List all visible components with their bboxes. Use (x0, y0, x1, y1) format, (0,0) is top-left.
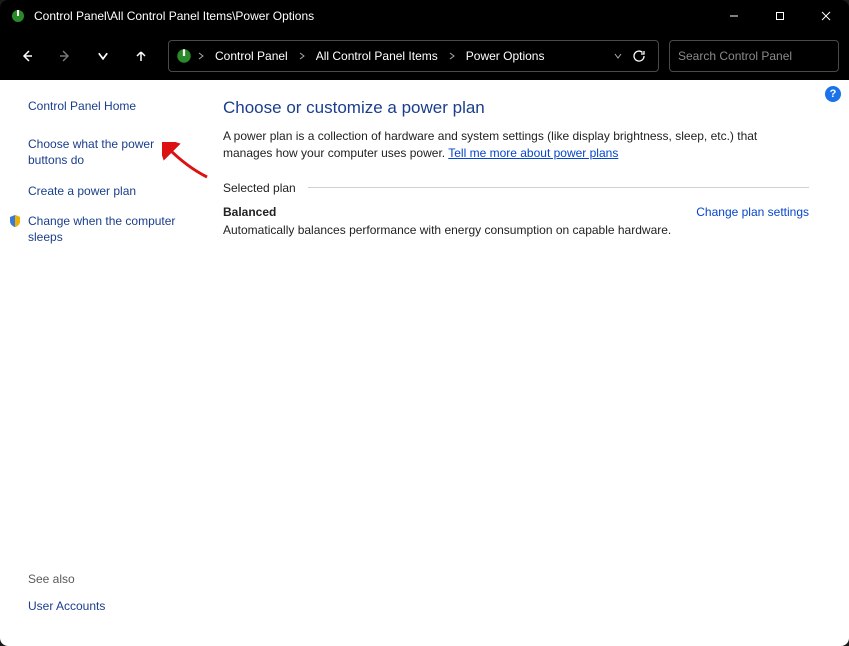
minimize-button[interactable] (711, 0, 757, 32)
sidebar-link-power-buttons[interactable]: Choose what the power buttons do (28, 136, 193, 168)
chevron-right-icon[interactable] (296, 52, 308, 60)
chevron-right-icon[interactable] (195, 52, 207, 60)
chevron-right-icon[interactable] (446, 52, 458, 60)
chevron-down-icon[interactable] (612, 52, 624, 60)
breadcrumb-control-panel[interactable]: Control Panel (209, 45, 294, 67)
change-plan-settings-link[interactable]: Change plan settings (696, 205, 809, 219)
window-title: Control Panel\All Control Panel Items\Po… (34, 9, 711, 23)
breadcrumb-power-options[interactable]: Power Options (460, 45, 551, 67)
main-panel: Choose or customize a power plan A power… (205, 80, 849, 646)
forward-button[interactable] (48, 39, 82, 73)
divider (308, 187, 809, 188)
page-description: A power plan is a collection of hardware… (223, 128, 809, 163)
sidebar-link-create-plan[interactable]: Create a power plan (28, 183, 193, 199)
sidebar-link-sleep-label: Change when the computer sleeps (28, 214, 175, 244)
tell-me-more-link[interactable]: Tell me more about power plans (448, 146, 618, 160)
close-button[interactable] (803, 0, 849, 32)
window-frame: Control Panel\All Control Panel Items\Po… (0, 0, 849, 646)
see-also-user-accounts[interactable]: User Accounts (28, 598, 193, 614)
window-controls (711, 0, 849, 32)
titlebar: Control Panel\All Control Panel Items\Po… (0, 0, 849, 32)
content-area: ? Control Panel Home Choose what the pow… (0, 80, 849, 646)
shield-icon (8, 214, 22, 228)
control-panel-home-link[interactable]: Control Panel Home (28, 98, 193, 114)
breadcrumb-all-items[interactable]: All Control Panel Items (310, 45, 444, 67)
plan-name: Balanced (223, 205, 276, 219)
section-header: Selected plan (223, 181, 809, 195)
help-button[interactable]: ? (825, 86, 841, 102)
up-button[interactable] (124, 39, 158, 73)
back-button[interactable] (10, 39, 44, 73)
sidebar-link-sleep[interactable]: Change when the computer sleeps (28, 213, 193, 245)
refresh-button[interactable] (626, 49, 652, 63)
plan-description: Automatically balances performance with … (223, 223, 809, 237)
app-icon (10, 8, 26, 24)
see-also-label: See also (28, 572, 193, 586)
plan-row: Balanced Change plan settings (223, 205, 809, 219)
toolbar: Control Panel All Control Panel Items Po… (0, 32, 849, 80)
address-app-icon (175, 47, 193, 65)
section-label: Selected plan (223, 181, 296, 195)
sidebar: Control Panel Home Choose what the power… (0, 80, 205, 646)
address-bar[interactable]: Control Panel All Control Panel Items Po… (168, 40, 659, 72)
page-heading: Choose or customize a power plan (223, 98, 809, 118)
search-box[interactable] (669, 40, 839, 72)
maximize-button[interactable] (757, 0, 803, 32)
search-input[interactable] (678, 49, 833, 63)
recent-dropdown[interactable] (86, 39, 120, 73)
